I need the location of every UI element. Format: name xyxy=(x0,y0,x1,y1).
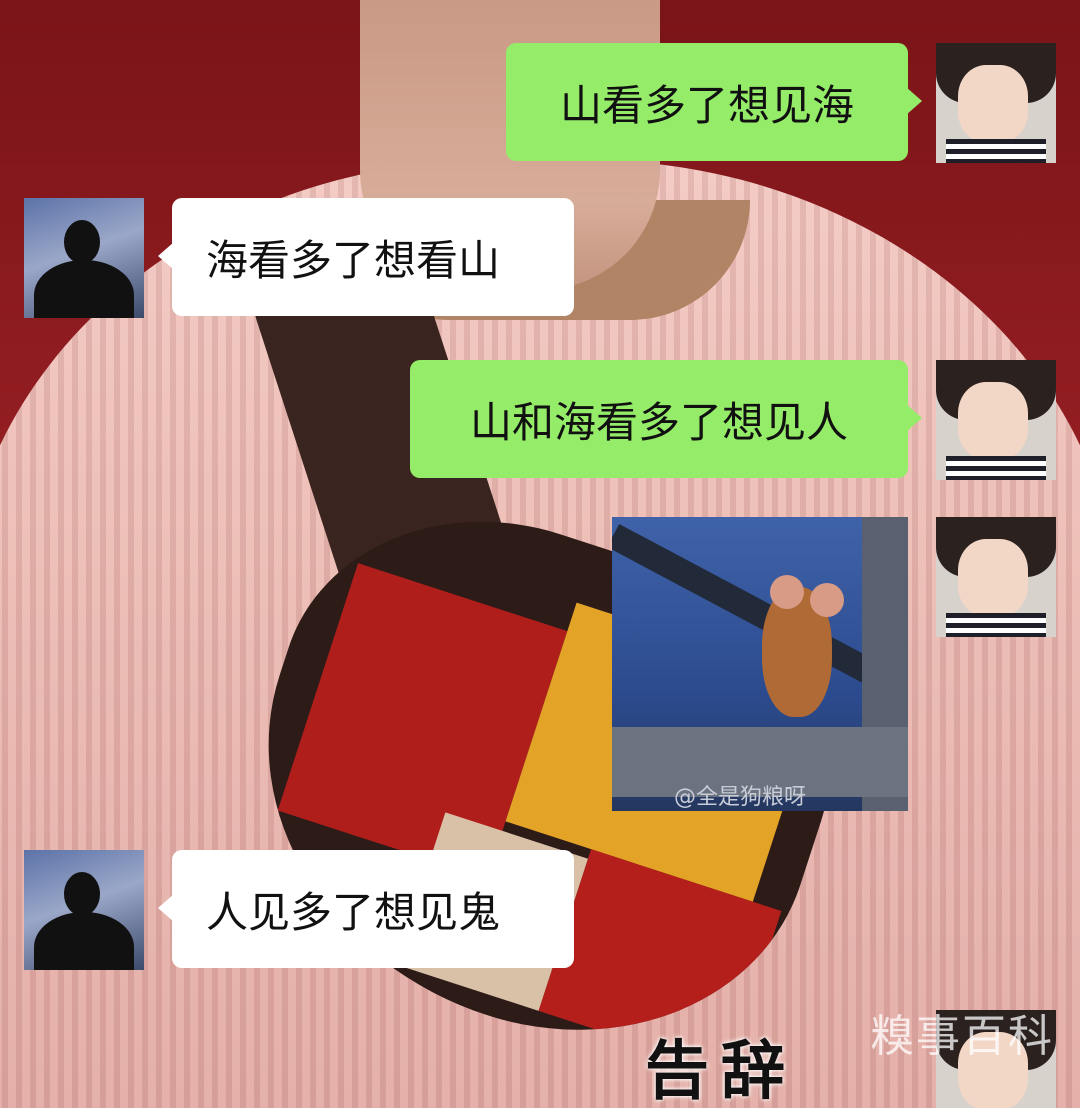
message-bubble-incoming[interactable]: 人见多了想见鬼 xyxy=(158,850,574,968)
caption-text: 告辞 xyxy=(645,1035,797,1109)
message-text: 海看多了想看山 xyxy=(206,235,501,285)
other-avatar-icon[interactable] xyxy=(24,850,144,970)
message-text: 山看多了想见海 xyxy=(559,80,854,130)
sticker-watermark: @全是狗粮呀 xyxy=(674,785,807,810)
message-text: 山和海看多了想见人 xyxy=(469,397,848,447)
message-bubble-incoming[interactable]: 海看多了想看山 xyxy=(158,198,574,316)
message-bubble-outgoing[interactable]: 山看多了想见海 xyxy=(506,43,922,161)
message-text: 人见多了想见鬼 xyxy=(206,887,501,937)
self-avatar-icon[interactable] xyxy=(936,43,1056,163)
sticker-image-jerry-mouse[interactable]: @全是狗粮呀 xyxy=(612,517,908,811)
other-avatar-icon[interactable] xyxy=(24,198,144,318)
self-avatar-icon[interactable] xyxy=(936,360,1056,480)
self-avatar-icon[interactable] xyxy=(936,517,1056,637)
message-bubble-outgoing[interactable]: 山和海看多了想见人 xyxy=(410,360,922,478)
brand-watermark: 糗事百科 xyxy=(870,1011,1054,1062)
